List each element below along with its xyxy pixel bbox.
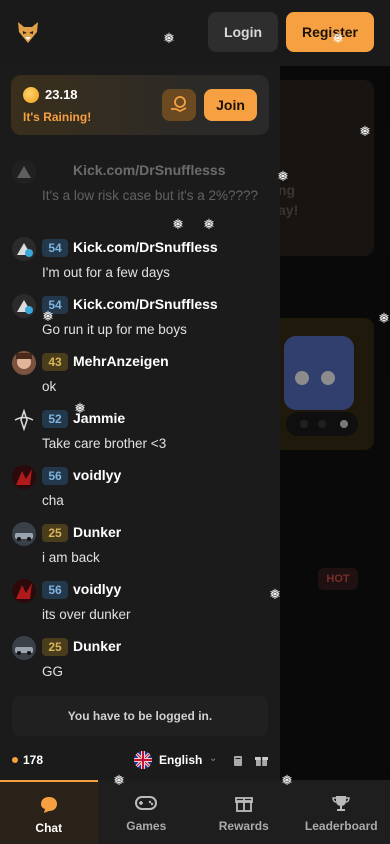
chat-message: 56 voidlyy cha [0,465,280,522]
user-level-badge: 54 [42,239,68,257]
user-level-badge: 52 [42,410,68,428]
car-avatar[interactable] [12,522,36,546]
chat-message-list[interactable]: Kick.com/DrSnufflesss It's a low risk ca… [0,156,280,686]
snow-avatar[interactable] [12,294,36,318]
chat-username[interactable]: Dunker [73,524,121,540]
chat-username[interactable]: Kick.com/DrSnufflesss [73,162,226,178]
chat-message-text: It's a low risk case but it's a 2%???? [42,188,259,203]
chevron-down-icon[interactable]: ⌄ [209,753,217,764]
chat-message-text: ok [42,379,57,394]
chat-message: 54 Kick.com/DrSnuffless Go run it up for… [0,294,280,351]
register-button[interactable]: Register [286,12,374,52]
snow-avatar[interactable] [12,237,36,261]
chat-username[interactable]: voidlyy [73,581,121,597]
chat-message-text: I'm out for a few days [42,265,170,280]
nav-chat-label: Chat [35,821,63,835]
chat-message-text: i am back [42,550,100,565]
online-indicator-icon [12,757,18,763]
chat-message-text: cha [42,493,64,508]
red-avatar[interactable] [12,465,36,489]
language-selector[interactable]: English [159,753,202,767]
chat-footer: 178 English ⌄ [0,746,280,780]
car-avatar[interactable] [12,636,36,660]
chat-username[interactable]: MehrAnzeigen [73,353,169,369]
rules-book-icon[interactable] [232,754,244,766]
trophy-icon [330,793,352,813]
chat-message: 25 Dunker GG [0,636,280,686]
gift-icon [233,793,255,813]
chat-message: 56 voidlyy its over dunker [0,579,280,636]
chat-bubble-icon [38,795,60,815]
chat-message-text: GG [42,664,64,679]
chat-message-text: its over dunker [42,607,131,622]
chat-message-text: Take care brother <3 [42,436,167,451]
site-logo-icon[interactable] [14,18,42,46]
chat-message: 25 Dunker i am back [0,522,280,579]
gamepad-icon [135,793,158,813]
chat-drawer: 23.18 It's Raining! Join Kick.com/DrSnuf… [0,66,280,780]
nav-leaderboard-label: Leaderboard [304,819,378,833]
user-level-badge: 25 [42,524,68,542]
hand-coin-icon [162,89,196,121]
user-level-badge: 54 [42,296,68,314]
user-level-badge: 56 [42,581,68,599]
chat-message: 43 MehrAnzeigen ok [0,351,280,408]
chat-message: 52 Jammie Take care brother <3 [0,408,280,465]
rain-banner: 23.18 It's Raining! Join [11,75,269,135]
user-level-badge: 43 [42,353,68,371]
user-level-badge: 25 [42,638,68,656]
user-level-badge: 56 [42,467,68,485]
chat-username[interactable]: Dunker [73,638,121,654]
chat-username[interactable]: Kick.com/DrSnuffless [73,239,218,255]
nav-leaderboard[interactable]: Leaderboard [293,780,390,844]
chat-message: Kick.com/DrSnufflesss It's a low risk ca… [0,160,280,217]
login-button[interactable]: Login [208,12,278,52]
nav-rewards[interactable]: Rewards [195,780,293,844]
online-count: 178 [23,753,44,767]
login-required-note[interactable]: You have to be logged in. [12,696,268,736]
rain-status: It's Raining! [23,110,92,124]
background-overlay [280,66,390,780]
chat-username[interactable]: Jammie [73,410,125,426]
uk-flag-icon[interactable] [134,751,152,769]
chat-username[interactable]: Kick.com/DrSnuffless [73,296,218,312]
coin-icon [23,87,39,103]
emblem-avatar[interactable] [12,408,36,432]
chat-message: 54 Kick.com/DrSnuffless I'm out for a fe… [0,237,280,294]
nav-rewards-label: Rewards [218,819,269,833]
chat-message-text: Go run it up for me boys [42,322,187,337]
rain-amount: 23.18 [45,87,78,102]
join-rain-button[interactable]: Join [204,89,257,121]
nav-games[interactable]: Games [98,780,196,844]
red-avatar[interactable] [12,579,36,603]
bottom-navigation: Chat Games Rewards Leaderboard [0,780,390,844]
snow-avatar[interactable] [12,160,36,184]
app-page: ngay! HOT Login Register 23.18 It's Rai [0,0,390,844]
face-avatar[interactable] [12,351,36,375]
gift-icon[interactable] [255,754,268,766]
nav-chat[interactable]: Chat [0,780,98,844]
chat-username[interactable]: voidlyy [73,467,121,483]
nav-games-label: Games [126,819,167,833]
